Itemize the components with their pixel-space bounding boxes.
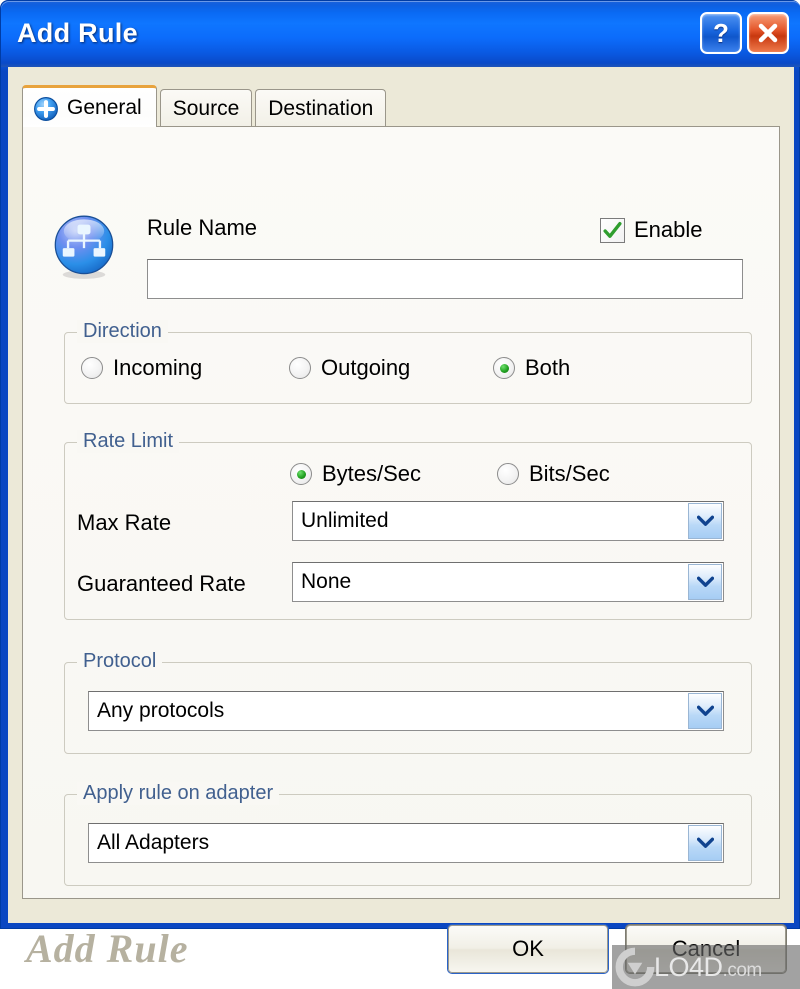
radio-both-label: Both [525,355,571,380]
cancel-button-label: Cancel [671,936,741,961]
add-circle-icon [34,97,58,121]
tab-general-label: General [67,95,142,119]
adapter-group: Apply rule on adapter All Adapters [64,782,752,886]
protocol-combobox[interactable]: Any protocols [88,691,724,731]
title-bar[interactable]: Add Rule ? [1,1,800,67]
radio-bytes-per-sec-indicator[interactable] [290,463,312,485]
radio-both[interactable]: Both [493,355,570,381]
max-rate-combobox[interactable]: Unlimited [292,501,724,541]
question-mark-icon: ? [713,17,729,48]
radio-bits-per-sec-indicator[interactable] [497,463,519,485]
adapter-combobox[interactable]: All Adapters [88,823,724,863]
network-rule-icon [54,215,114,279]
tab-source[interactable]: Source [159,89,253,127]
dialog-body: General Source Destination Rule Name Ena… [8,67,800,989]
enable-checkbox[interactable] [600,217,625,243]
tab-destination[interactable]: Destination [255,89,387,127]
chevron-down-icon [696,515,714,526]
chevron-down-icon [696,837,714,848]
ok-button-label: OK [512,936,544,961]
radio-incoming[interactable]: Incoming [81,355,202,381]
title-bar-buttons: ? [700,12,789,54]
tab-source-label: Source [172,96,240,120]
protocol-value: Any protocols [97,699,225,722]
direction-legend: Direction [77,320,168,343]
window-title: Add Rule [17,18,138,48]
radio-bits-per-sec[interactable]: Bits/Sec [497,461,610,487]
rule-name-label: Rule Name [147,215,258,240]
help-button[interactable]: ? [700,12,742,54]
radio-bytes-per-sec-label: Bytes/Sec [322,461,422,486]
radio-both-indicator[interactable] [493,357,515,379]
ok-button[interactable]: OK [448,925,608,973]
radio-bytes-per-sec[interactable]: Bytes/Sec [290,461,421,487]
chevron-down-icon [696,576,714,587]
tab-general[interactable]: General [22,85,157,127]
close-icon [758,23,778,43]
rate-limit-legend: Rate Limit [77,430,180,453]
enable-checkbox-row[interactable]: Enable [600,217,703,243]
adapter-value: All Adapters [97,831,210,854]
dialog-watermark-text: Add Rule [26,926,189,971]
rate-limit-group: Rate Limit Bytes/Sec Bits/Sec Max Rate U… [64,430,752,620]
radio-incoming-label: Incoming [113,355,203,380]
guaranteed-rate-value: None [301,570,352,593]
radio-bits-per-sec-label: Bits/Sec [529,461,610,486]
radio-outgoing-label: Outgoing [321,355,411,380]
enable-label: Enable [634,217,703,242]
max-rate-label: Max Rate [77,510,172,535]
protocol-legend: Protocol [77,650,163,673]
cancel-button[interactable]: Cancel [626,925,786,973]
chevron-down-icon [696,705,714,716]
rule-name-input[interactable] [147,259,743,299]
tab-destination-label: Destination [268,96,374,120]
protocol-dropdown-button[interactable] [688,693,722,729]
checkmark-icon [603,221,622,238]
max-rate-dropdown-button[interactable] [688,503,722,539]
radio-incoming-indicator[interactable] [81,357,103,379]
adapter-dropdown-button[interactable] [688,825,722,861]
tab-strip: General Source Destination [22,85,780,127]
protocol-group: Protocol Any protocols [64,650,752,754]
max-rate-value: Unlimited [301,509,389,532]
direction-group: Direction Incoming Outgoing Both [64,320,752,404]
guaranteed-rate-label: Guaranteed Rate [77,571,246,596]
guaranteed-rate-combobox[interactable]: None [292,562,724,602]
add-rule-dialog-window: Add Rule ? General Source Destination Ru… [0,0,800,989]
adapter-legend: Apply rule on adapter [77,782,280,805]
radio-outgoing-indicator[interactable] [289,357,311,379]
radio-outgoing[interactable]: Outgoing [289,355,410,381]
close-button[interactable] [747,12,789,54]
guaranteed-rate-dropdown-button[interactable] [688,564,722,600]
